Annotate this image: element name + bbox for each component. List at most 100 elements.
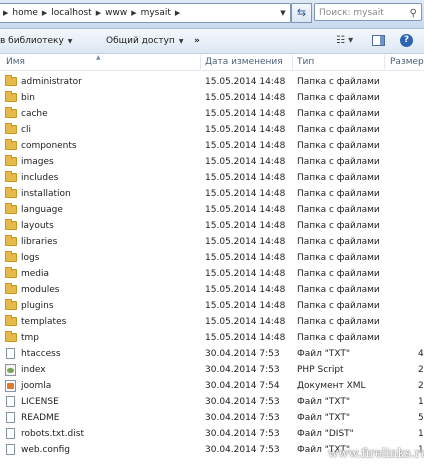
file-row[interactable]: htaccess 30.04.2014 7:53 Файл "TXT" 4 xyxy=(0,346,424,362)
search-icon: ⚲ xyxy=(409,8,417,19)
file-date: 15.05.2014 14:48 xyxy=(205,141,286,151)
folder-icon xyxy=(5,283,17,294)
breadcrumb-home[interactable]: home xyxy=(12,8,38,18)
file-type: Папка с файлами xyxy=(297,77,380,87)
file-row[interactable]: tmp 15.05.2014 14:48 Папка с файлами xyxy=(0,330,424,346)
file-row[interactable]: components 15.05.2014 14:48 Папка с файлам… xyxy=(0,138,424,154)
chevron-right-icon[interactable]: ▶ xyxy=(42,9,47,17)
search-placeholder: Поиск: mysait xyxy=(319,8,384,18)
file-date: 30.04.2014 7:53 xyxy=(205,429,280,439)
file-icon xyxy=(6,396,15,407)
file-type: Папка с файлами xyxy=(297,317,380,327)
file-name: cache xyxy=(21,109,48,119)
file-name: web.config xyxy=(21,445,71,455)
file-type: Папка с файлами xyxy=(297,109,380,119)
file-row[interactable]: LICENSE 30.04.2014 7:53 Файл "TXT" 18 xyxy=(0,394,424,410)
folder-icon xyxy=(5,155,17,166)
refresh-icon: ⇆ xyxy=(296,6,307,19)
add-to-library-button[interactable]: в библиотеку ▼ xyxy=(0,29,72,53)
file-row[interactable]: installation 15.05.2014 14:48 Папка с файл… xyxy=(0,186,424,202)
column-header-type[interactable]: Тип xyxy=(297,54,314,70)
file-type: Папка с файлами xyxy=(297,173,380,183)
file-row[interactable]: joomla 30.04.2014 7:54 Документ XML 2 xyxy=(0,378,424,394)
chevron-right-icon[interactable]: ▶ xyxy=(175,9,180,17)
file-date: 15.05.2014 14:48 xyxy=(205,109,286,119)
search-input[interactable]: Поиск: mysait ⚲ xyxy=(314,3,422,21)
file-name: index xyxy=(21,365,46,375)
file-name: bin xyxy=(21,93,35,103)
folder-icon xyxy=(5,187,17,198)
chevron-down-icon: ▼ xyxy=(178,38,184,45)
file-type: Папка с файлами xyxy=(297,141,380,151)
file-name: templates xyxy=(21,317,67,327)
column-divider[interactable] xyxy=(384,55,385,69)
folder-icon xyxy=(5,267,17,278)
file-date: 15.05.2014 14:48 xyxy=(205,237,286,247)
column-header-name[interactable]: Имя xyxy=(6,54,25,70)
file-name: libraries xyxy=(21,237,58,247)
column-divider[interactable] xyxy=(292,55,293,69)
address-bar[interactable]: ▶ home ▶ localhost ▶ www ▶ mysait ▶ ▼ xyxy=(0,3,291,23)
file-name: cli xyxy=(21,125,31,135)
folder-icon xyxy=(5,171,17,182)
help-button[interactable]: ? xyxy=(400,34,413,47)
file-type: Файл "TXT" xyxy=(297,349,351,359)
file-type: Папка с файлами xyxy=(297,157,380,167)
refresh-button[interactable]: ⇆ xyxy=(291,3,312,23)
folder-icon xyxy=(5,123,17,134)
file-row[interactable]: images 15.05.2014 14:48 Папка с файлами xyxy=(0,154,424,170)
more-commands-button[interactable]: » xyxy=(194,29,200,53)
chevron-right-icon[interactable]: ▶ xyxy=(96,9,101,17)
breadcrumb-mysait[interactable]: mysait xyxy=(141,8,171,18)
chevron-right-icon[interactable]: ▶ xyxy=(131,9,136,17)
file-name: language xyxy=(21,205,63,215)
sort-up-icon: ▲ xyxy=(96,54,101,61)
file-row[interactable]: includes 15.05.2014 14:48 Папка с файлами xyxy=(0,170,424,186)
file-size: 4 xyxy=(418,349,424,359)
file-name: modules xyxy=(21,285,60,295)
file-type: Файл "TXT" xyxy=(297,413,351,423)
file-row[interactable]: layouts 15.05.2014 14:48 Папка с файлами xyxy=(0,218,424,234)
file-size: 1 xyxy=(418,429,424,439)
file-date: 15.05.2014 14:48 xyxy=(205,205,286,215)
column-header-date[interactable]: Дата изменения xyxy=(205,54,283,70)
file-date: 30.04.2014 7:54 xyxy=(205,381,280,391)
file-row[interactable]: robots.txt.dist 30.04.2014 7:53 Файл "DIST… xyxy=(0,426,424,442)
file-date: 30.04.2014 7:53 xyxy=(205,397,280,407)
file-row[interactable]: libraries 15.05.2014 14:48 Папка с файлами xyxy=(0,234,424,250)
file-row[interactable]: language 15.05.2014 14:48 Папка с файлами xyxy=(0,202,424,218)
file-date: 15.05.2014 14:48 xyxy=(205,301,286,311)
file-name: htaccess xyxy=(21,349,61,359)
file-row[interactable]: bin 15.05.2014 14:48 Папка с файлами xyxy=(0,90,424,106)
file-date: 15.05.2014 14:48 xyxy=(205,221,286,231)
breadcrumb-www[interactable]: www xyxy=(105,8,127,18)
file-icon xyxy=(6,444,15,455)
file-icon xyxy=(6,412,15,423)
file-name: administrator xyxy=(21,77,82,87)
file-row[interactable]: modules 15.05.2014 14:48 Папка с файлами xyxy=(0,282,424,298)
file-row[interactable]: administrator 15.05.2014 14:48 Папка с фай… xyxy=(0,74,424,90)
column-header-size[interactable]: Размер xyxy=(390,54,424,70)
file-row[interactable]: index 30.04.2014 7:53 PHP Script 2 xyxy=(0,362,424,378)
column-divider[interactable] xyxy=(200,55,201,69)
change-view-button[interactable]: ☷ ▾ xyxy=(336,35,362,47)
file-icon xyxy=(6,428,15,439)
file-row[interactable]: cli 15.05.2014 14:48 Папка с файлами xyxy=(0,122,424,138)
file-date: 15.05.2014 14:48 xyxy=(205,157,286,167)
file-date: 30.04.2014 7:53 xyxy=(205,349,280,359)
column-header-row: Имя ▲ Дата изменения Тип Размер xyxy=(0,54,424,71)
share-button[interactable]: Общий доступ ▼ xyxy=(106,29,183,53)
breadcrumb-localhost[interactable]: localhost xyxy=(51,8,91,18)
file-size: 18 xyxy=(418,397,424,407)
file-name: README xyxy=(21,413,60,423)
chevron-down-icon[interactable]: ▼ xyxy=(277,4,289,22)
file-row[interactable]: README 30.04.2014 7:53 Файл "TXT" 5 xyxy=(0,410,424,426)
file-row[interactable]: plugins 15.05.2014 14:48 Папка с файлами xyxy=(0,298,424,314)
file-row[interactable]: templates 15.05.2014 14:48 Папка с файлами xyxy=(0,314,424,330)
command-bar: в библиотеку ▼ Общий доступ ▼ » ☷ ▾ ? xyxy=(0,29,424,54)
file-row[interactable]: media 15.05.2014 14:48 Папка с файлами xyxy=(0,266,424,282)
file-type: Папка с файлами xyxy=(297,253,380,263)
preview-pane-button[interactable] xyxy=(372,35,385,46)
file-row[interactable]: logs 15.05.2014 14:48 Папка с файлами xyxy=(0,250,424,266)
file-row[interactable]: cache 15.05.2014 14:48 Папка с файлами xyxy=(0,106,424,122)
